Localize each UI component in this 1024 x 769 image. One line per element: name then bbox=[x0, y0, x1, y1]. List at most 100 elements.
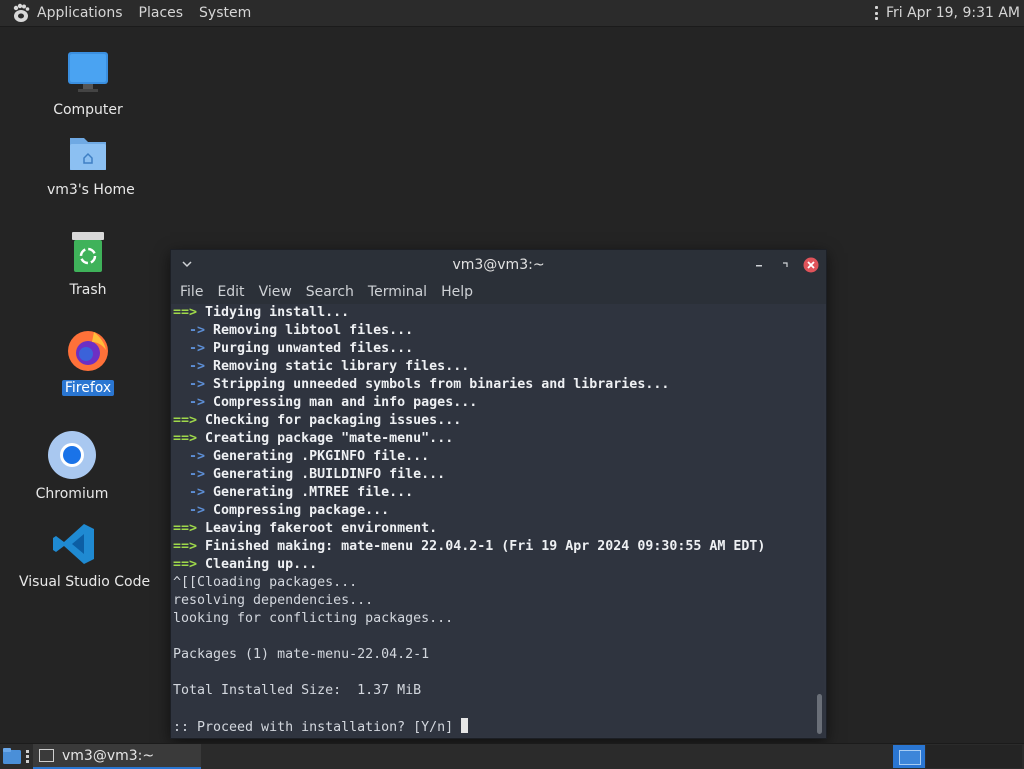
clock[interactable]: Fri Apr 19, 9:31 AM bbox=[886, 5, 1020, 21]
bottom-panel: vm3@vm3:~ bbox=[0, 743, 1024, 769]
desktop-icon-firefox[interactable]: Firefox bbox=[44, 326, 132, 396]
line-text: Generating .BUILDINFO file... bbox=[213, 467, 446, 482]
terminal-line: ==> Finished making: mate-menu 22.04.2-1… bbox=[173, 538, 816, 556]
minimize-icon bbox=[756, 265, 762, 267]
arrow-marker: ==> bbox=[173, 557, 206, 572]
sub-arrow-marker: -> bbox=[173, 323, 214, 338]
desktop-icon-trash[interactable]: Trash bbox=[44, 228, 132, 298]
maximize-icon bbox=[783, 262, 788, 267]
install-prompt: :: Proceed with installation? [Y/n] bbox=[173, 720, 462, 735]
menu-system[interactable]: System bbox=[199, 5, 251, 21]
vscode-icon bbox=[53, 524, 94, 564]
menu-view[interactable]: View bbox=[259, 284, 292, 300]
sub-arrow-marker: -> bbox=[173, 485, 214, 500]
close-icon bbox=[803, 257, 819, 273]
desktop-icon-label: Computer bbox=[53, 102, 123, 118]
line-text: Leaving fakeroot environment. bbox=[205, 521, 438, 536]
taskbar-item-label: vm3@vm3:~ bbox=[62, 747, 155, 764]
terminal-line: -> Compressing package... bbox=[173, 502, 816, 520]
menu-terminal[interactable]: Terminal bbox=[368, 284, 427, 300]
arrow-marker: ==> bbox=[173, 521, 206, 536]
line-text: Finished making: mate-menu 22.04.2-1 (Fr… bbox=[205, 539, 766, 554]
menu-edit[interactable]: Edit bbox=[217, 284, 244, 300]
panel-menu-icon[interactable] bbox=[874, 6, 878, 20]
terminal-line: -> Generating .BUILDINFO file... bbox=[173, 466, 816, 484]
trash-icon bbox=[72, 232, 104, 272]
terminal-line: resolving dependencies... bbox=[173, 592, 816, 610]
chevron-down-icon[interactable] bbox=[181, 258, 193, 270]
line-text: Generating .MTREE file... bbox=[213, 485, 414, 500]
computer-icon bbox=[68, 52, 108, 92]
terminal-icon bbox=[39, 749, 54, 762]
desktop-icon-chromium[interactable]: Chromium bbox=[28, 430, 116, 502]
close-button[interactable] bbox=[802, 256, 820, 274]
line-text: Creating package "mate-menu"... bbox=[205, 431, 454, 446]
terminal-scrollbar[interactable] bbox=[814, 304, 824, 737]
desktop-icon-label: vm3's Home bbox=[47, 182, 135, 198]
menu-search[interactable]: Search bbox=[306, 284, 354, 300]
terminal-output[interactable]: ==> Tidying install... -> Removing libto… bbox=[171, 304, 816, 737]
desktop-icon-label: Chromium bbox=[35, 486, 109, 502]
desktop-icon-computer[interactable]: Computer bbox=[44, 48, 132, 118]
sub-arrow-marker: -> bbox=[173, 377, 214, 392]
terminal-line: -> Purging unwanted files... bbox=[173, 340, 816, 358]
window-titlebar[interactable]: vm3@vm3:~ bbox=[171, 250, 826, 280]
terminal-window[interactable]: vm3@vm3:~ File Edit View Search Terminal… bbox=[170, 249, 827, 739]
desktop-icon-label: Trash bbox=[69, 282, 107, 298]
show-desktop-icon[interactable] bbox=[2, 747, 22, 765]
terminal-line: -> Compressing man and info pages... bbox=[173, 394, 816, 412]
sub-arrow-marker: -> bbox=[173, 503, 214, 518]
arrow-marker: ==> bbox=[173, 413, 206, 428]
terminal-line: Packages (1) mate-menu-22.04.2-1 bbox=[173, 646, 816, 664]
terminal-menubar: File Edit View Search Terminal Help bbox=[171, 280, 826, 304]
desktop-icon-vscode[interactable]: Visual Studio Code bbox=[16, 520, 150, 590]
sub-arrow-marker: -> bbox=[173, 395, 214, 410]
menu-places[interactable]: Places bbox=[139, 5, 184, 21]
line-text: ^[[Cloading packages... bbox=[173, 575, 358, 590]
line-text: Purging unwanted files... bbox=[213, 341, 414, 356]
scrollbar-thumb[interactable] bbox=[817, 694, 822, 734]
line-text: Removing libtool files... bbox=[213, 323, 414, 338]
desktop-icon-label: Firefox bbox=[61, 380, 115, 396]
top-panel: Applications Places System Fri Apr 19, 9… bbox=[0, 0, 1024, 27]
sub-arrow-marker: -> bbox=[173, 341, 214, 356]
text-cursor bbox=[461, 718, 469, 733]
taskbar-item-terminal[interactable]: vm3@vm3:~ bbox=[33, 744, 201, 769]
terminal-line: -> Removing libtool files... bbox=[173, 322, 816, 340]
terminal-line: looking for conflicting packages... bbox=[173, 610, 816, 628]
desktop-icon-home[interactable]: vm3's Home bbox=[44, 128, 135, 198]
minimize-button[interactable] bbox=[750, 256, 768, 274]
menu-file[interactable]: File bbox=[180, 284, 203, 300]
window-controls bbox=[742, 256, 820, 274]
line-text: Checking for packaging issues... bbox=[205, 413, 462, 428]
terminal-line: ==> Creating package "mate-menu"... bbox=[173, 430, 816, 448]
terminal-line: -> Stripping unneeded symbols from binar… bbox=[173, 376, 816, 394]
maximize-button[interactable] bbox=[776, 256, 794, 274]
terminal-line: ==> Tidying install... bbox=[173, 304, 816, 322]
line-text: Tidying install... bbox=[205, 305, 350, 320]
line-text: Packages (1) mate-menu-22.04.2-1 bbox=[173, 647, 430, 662]
panel-handle-icon[interactable] bbox=[26, 750, 29, 763]
home-folder-icon bbox=[70, 138, 106, 170]
terminal-line: ==> Cleaning up... bbox=[173, 556, 816, 574]
line-text: Removing static library files... bbox=[213, 359, 470, 374]
line-text: Stripping unneeded symbols from binaries… bbox=[213, 377, 670, 392]
menu-applications[interactable]: Applications bbox=[37, 5, 123, 21]
menu-help[interactable]: Help bbox=[441, 284, 473, 300]
chromium-icon bbox=[48, 431, 96, 479]
terminal-line: ==> Checking for packaging issues... bbox=[173, 412, 816, 430]
top-right-area: Fri Apr 19, 9:31 AM bbox=[874, 0, 1020, 26]
gnome-foot-icon[interactable] bbox=[10, 2, 32, 24]
arrow-marker: ==> bbox=[173, 305, 206, 320]
workspace-2[interactable] bbox=[926, 745, 1022, 768]
terminal-line: ==> Leaving fakeroot environment. bbox=[173, 520, 816, 538]
workspace-1[interactable] bbox=[893, 745, 925, 768]
terminal-line: -> Generating .MTREE file... bbox=[173, 484, 816, 502]
arrow-marker: ==> bbox=[173, 539, 206, 554]
terminal-line: -> Removing static library files... bbox=[173, 358, 816, 376]
line-text: Cleaning up... bbox=[205, 557, 318, 572]
line-text: resolving dependencies... bbox=[173, 593, 374, 608]
